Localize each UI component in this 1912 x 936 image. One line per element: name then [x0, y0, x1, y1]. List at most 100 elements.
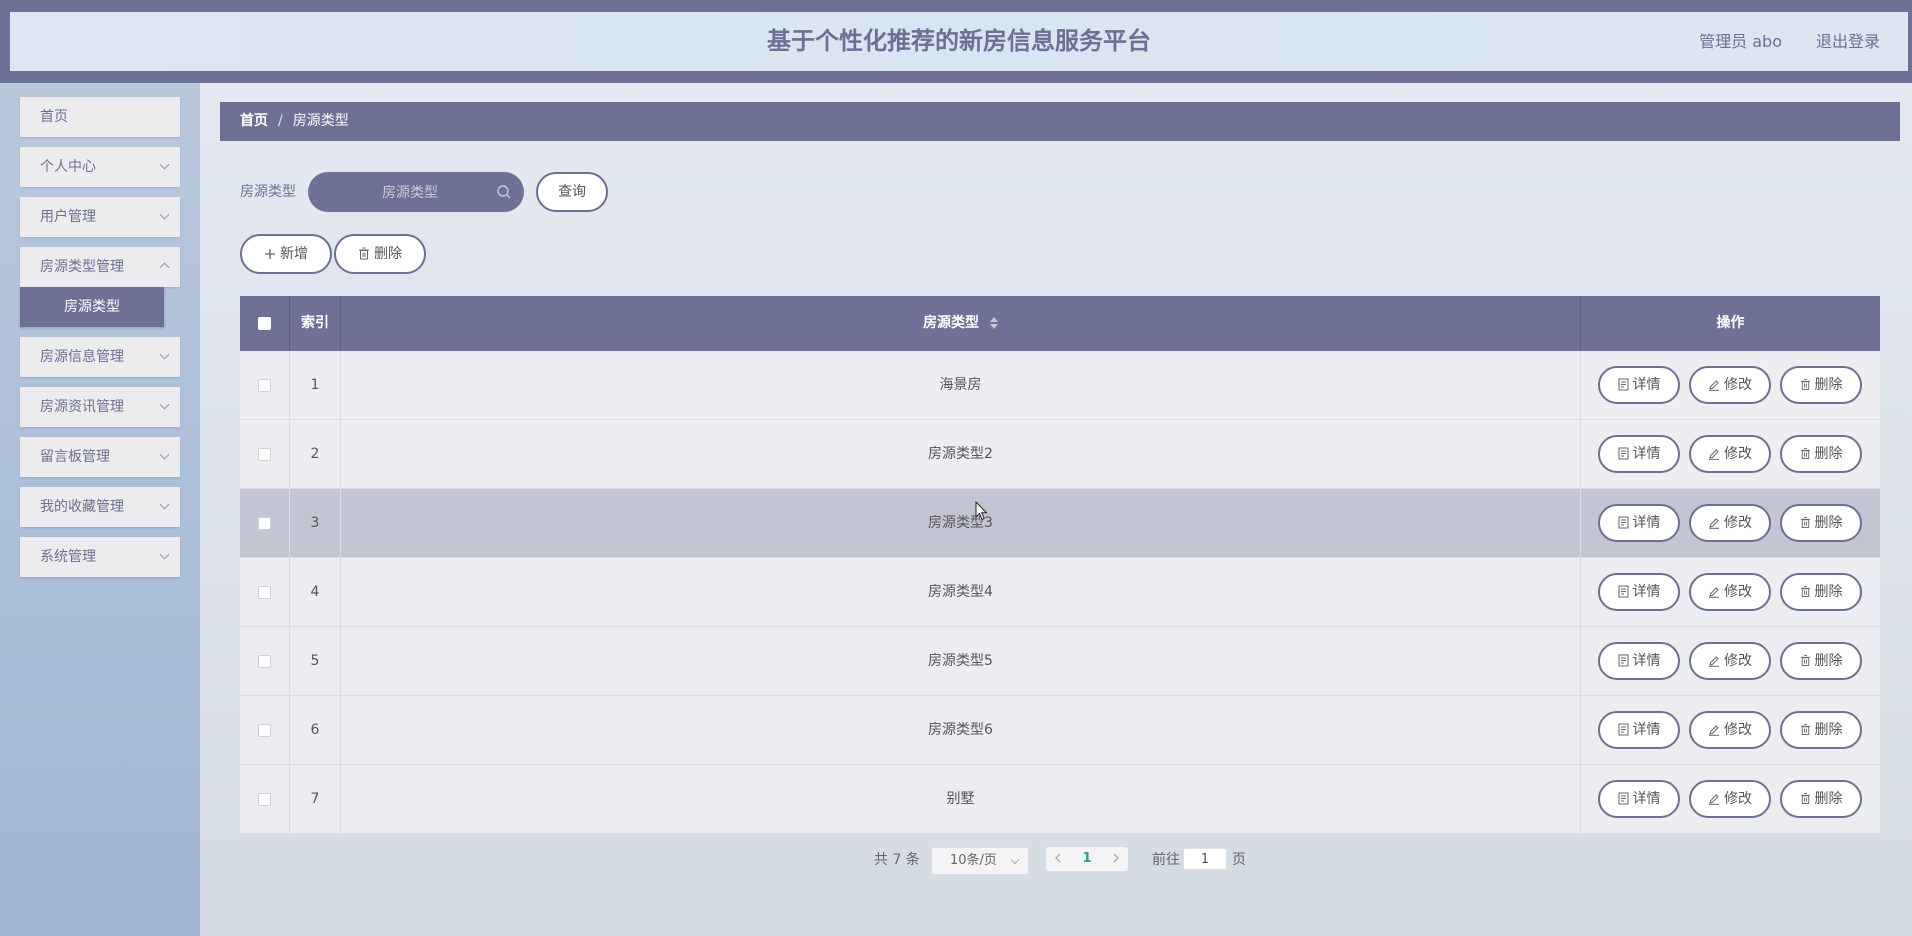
sidebar: 首页 个人中心 用户管理 房源类型管理 房源类型 房源信息管理 房源资讯管理 留… — [0, 83, 200, 936]
delete-button[interactable]: 删除 — [1780, 642, 1862, 680]
row-index: 5 — [289, 627, 340, 695]
table-row[interactable]: 2 房源类型2 详情 修改 删除 — [240, 420, 1880, 489]
delete-button[interactable]: 删除 — [1780, 711, 1862, 749]
detail-button[interactable]: 详情 — [1598, 573, 1680, 611]
detail-button-label: 详情 — [1632, 584, 1661, 600]
delete-button-label: 删除 — [1814, 653, 1843, 669]
edit-button[interactable]: 修改 — [1689, 573, 1771, 611]
document-icon — [1618, 585, 1628, 598]
breadcrumb-separator: / — [278, 113, 283, 129]
pagination-total: 共 7 条 — [874, 852, 920, 868]
row-index: 3 — [289, 489, 340, 557]
edit-button-label: 修改 — [1724, 515, 1752, 531]
row-select-cell — [240, 351, 289, 419]
row-checkbox[interactable] — [258, 792, 271, 806]
row-select-cell — [240, 558, 289, 626]
chevron-up-icon — [159, 262, 170, 273]
detail-button[interactable]: 详情 — [1598, 642, 1680, 680]
edit-button[interactable]: 修改 — [1689, 711, 1771, 749]
detail-button[interactable]: 详情 — [1598, 366, 1680, 404]
row-actions: 详情 修改 删除 — [1580, 696, 1880, 764]
row-house-type: 别墅 — [340, 765, 1580, 833]
table-row[interactable]: 7 别墅 详情 修改 删除 — [240, 765, 1880, 834]
goto-page-input[interactable] — [1183, 848, 1227, 870]
row-index: 4 — [289, 558, 340, 626]
sidebar-item-system-management[interactable]: 系统管理 — [20, 537, 180, 577]
sidebar-item-house-type-management[interactable]: 房源类型管理 — [20, 247, 180, 287]
edit-button[interactable]: 修改 — [1689, 780, 1771, 818]
row-index: 6 — [289, 696, 340, 764]
edit-button[interactable]: 修改 — [1689, 642, 1771, 680]
chevron-down-icon — [159, 209, 170, 220]
batch-delete-button[interactable]: 删除 — [334, 234, 426, 274]
row-checkbox[interactable] — [258, 723, 271, 737]
sidebar-item-home[interactable]: 首页 — [20, 97, 180, 137]
sidebar-item-house-info-management[interactable]: 房源信息管理 — [20, 337, 180, 377]
edit-icon — [1709, 380, 1719, 391]
delete-button[interactable]: 删除 — [1780, 780, 1862, 818]
page-size-select[interactable]: 10条/页 — [931, 847, 1029, 875]
next-page-button[interactable] — [1104, 847, 1128, 871]
sidebar-item-house-news-management[interactable]: 房源资讯管理 — [20, 387, 180, 427]
sidebar-subitem-house-type[interactable]: 房源类型 — [20, 287, 164, 327]
sidebar-item-favorites-management[interactable]: 我的收藏管理 — [20, 487, 180, 527]
table-header: 索引 房源类型 操作 — [240, 296, 1880, 351]
logout-link[interactable]: 退出登录 — [1816, 12, 1880, 71]
delete-button[interactable]: 删除 — [1780, 573, 1862, 611]
row-actions: 详情 修改 删除 — [1580, 489, 1880, 557]
sidebar-item-personal-center[interactable]: 个人中心 — [20, 147, 180, 187]
trash-icon — [359, 247, 369, 260]
table-row[interactable]: 4 房源类型4 详情 修改 删除 — [240, 558, 1880, 627]
breadcrumb-home[interactable]: 首页 — [240, 113, 268, 129]
edit-button[interactable]: 修改 — [1689, 504, 1771, 542]
select-all-checkbox[interactable] — [258, 316, 271, 330]
detail-button[interactable]: 详情 — [1598, 504, 1680, 542]
sidebar-item-label: 房源信息管理 — [40, 349, 124, 365]
row-checkbox[interactable] — [258, 654, 271, 668]
sidebar-item-label: 房源类型管理 — [40, 259, 124, 275]
row-actions: 详情 修改 删除 — [1580, 765, 1880, 833]
top-bar: 基于个性化推荐的新房信息服务平台 管理员 abo 退出登录 — [0, 0, 1912, 83]
delete-button-label: 删除 — [1814, 515, 1843, 531]
table-row[interactable]: 1 海景房 详情 修改 删除 — [240, 351, 1880, 420]
header-panel: 基于个性化推荐的新房信息服务平台 管理员 abo 退出登录 — [10, 12, 1908, 71]
detail-button-label: 详情 — [1632, 377, 1661, 393]
row-actions: 详情 修改 删除 — [1580, 420, 1880, 488]
edit-button-label: 修改 — [1724, 584, 1752, 600]
prev-page-button[interactable] — [1046, 847, 1070, 871]
chevron-down-icon — [159, 349, 170, 360]
row-checkbox[interactable] — [258, 378, 271, 392]
table-row[interactable]: 6 房源类型6 详情 修改 删除 — [240, 696, 1880, 765]
row-checkbox[interactable] — [258, 516, 271, 530]
detail-button[interactable]: 详情 — [1598, 780, 1680, 818]
detail-button[interactable]: 详情 — [1598, 711, 1680, 749]
delete-button[interactable]: 删除 — [1780, 366, 1862, 404]
row-house-type: 房源类型3 — [340, 489, 1580, 557]
edit-button[interactable]: 修改 — [1689, 435, 1771, 473]
delete-button-label: 删除 — [1814, 377, 1843, 393]
breadcrumb-current: 房源类型 — [292, 113, 349, 129]
query-button[interactable]: 查询 — [536, 172, 608, 212]
delete-button[interactable]: 删除 — [1780, 435, 1862, 473]
row-checkbox[interactable] — [258, 585, 271, 599]
trash-icon — [1800, 793, 1810, 804]
edit-button[interactable]: 修改 — [1689, 366, 1771, 404]
trash-icon — [1800, 448, 1810, 460]
chevron-down-icon — [159, 449, 170, 460]
sort-icon[interactable] — [989, 317, 998, 329]
add-button[interactable]: 新增 — [240, 234, 332, 274]
sidebar-item-user-management[interactable]: 用户管理 — [20, 197, 180, 237]
delete-button[interactable]: 删除 — [1780, 504, 1862, 542]
breadcrumb: 首页 / 房源类型 — [220, 102, 1900, 141]
table-row[interactable]: 5 房源类型5 详情 修改 删除 — [240, 627, 1880, 696]
row-house-type: 房源类型2 — [340, 420, 1580, 488]
detail-button[interactable]: 详情 — [1598, 435, 1680, 473]
search-input[interactable] — [328, 172, 492, 214]
table-row[interactable]: 3 房源类型3 详情 修改 删除 — [240, 489, 1880, 558]
sidebar-item-message-board-management[interactable]: 留言板管理 — [20, 437, 180, 477]
document-icon — [1618, 792, 1628, 805]
page-number-current[interactable]: 1 — [1074, 847, 1100, 871]
header-house-type[interactable]: 房源类型 — [340, 296, 1580, 351]
row-checkbox[interactable] — [258, 447, 271, 461]
edit-icon — [1709, 587, 1719, 598]
